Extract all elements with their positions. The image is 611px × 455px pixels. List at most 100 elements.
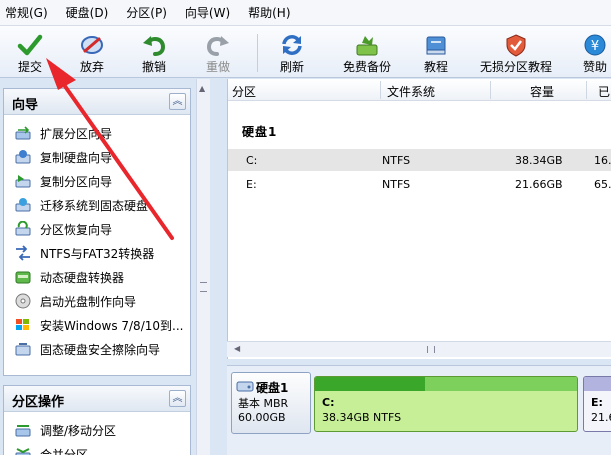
wizard-panel-header: 向导 ︽ bbox=[4, 89, 190, 115]
extend-partition-icon bbox=[15, 126, 31, 140]
disk-info-box[interactable]: 硬盘1 基本 MBR 60.00GB bbox=[231, 372, 311, 434]
sponsor-icon: ¥ bbox=[584, 34, 606, 56]
tutorial-label: 教程 bbox=[423, 60, 448, 74]
discard-button[interactable]: 放弃 bbox=[68, 30, 116, 76]
undo-button[interactable]: 撤销 bbox=[130, 30, 178, 76]
column-header-used[interactable]: 已 bbox=[598, 83, 610, 100]
partition-used-bar bbox=[315, 377, 425, 391]
free-backup-button[interactable]: 免费备份 bbox=[336, 30, 398, 76]
menu-wizard[interactable]: 向导(W) bbox=[180, 0, 236, 26]
copy-partition-icon bbox=[15, 175, 31, 188]
wizard-item-label: 安装Windows 7/8/10到... bbox=[40, 318, 184, 333]
column-separator[interactable] bbox=[586, 81, 587, 99]
wizard-item-label: 迁移系统到固态硬盘 bbox=[40, 198, 149, 213]
tutorial-button[interactable]: 教程 bbox=[414, 30, 458, 76]
menu-general[interactable]: 常规(G) bbox=[0, 0, 54, 26]
refresh-button[interactable]: 刷新 bbox=[270, 30, 314, 76]
lossless-partition-tutorial-button[interactable]: 无损分区教程 bbox=[474, 30, 558, 76]
wizard-item-dynamic-disk[interactable]: 动态硬盘转换器 bbox=[14, 267, 124, 287]
wizard-item-label: 复制分区向导 bbox=[40, 174, 113, 189]
partition-block-c[interactable]: C: 38.34GB NTFS bbox=[314, 376, 578, 432]
table-row[interactable]: E: NTFS 21.66GB 65.1 bbox=[228, 173, 611, 195]
wizard-item-copy-partition[interactable]: 复制分区向导 bbox=[14, 171, 112, 191]
wizard-item-label: 扩展分区向导 bbox=[40, 126, 113, 141]
wizard-item-label: 分区恢复向导 bbox=[40, 222, 113, 237]
sponsor-button[interactable]: ¥ 赞助 bbox=[575, 30, 611, 76]
hard-disk-icon bbox=[236, 381, 254, 392]
partition-ops-collapse-button[interactable]: ︽ bbox=[169, 390, 186, 407]
menu-help[interactable]: 帮助(H) bbox=[243, 0, 296, 26]
menu-disk[interactable]: 硬盘(D) bbox=[61, 0, 115, 26]
disc-icon bbox=[15, 293, 31, 309]
cell-used: 65.1 bbox=[594, 178, 611, 191]
partition-free-bar bbox=[425, 377, 577, 391]
op-resize-move-partition[interactable]: 调整/移动分区 bbox=[14, 420, 116, 440]
scroll-grip[interactable] bbox=[200, 282, 207, 292]
column-separator[interactable] bbox=[380, 81, 381, 99]
windows-icon bbox=[16, 319, 29, 330]
submit-button[interactable]: 提交 bbox=[6, 30, 54, 76]
cell-filesystem: NTFS bbox=[382, 154, 411, 167]
column-header-partition[interactable]: 分区 bbox=[232, 83, 256, 100]
book-icon bbox=[426, 36, 446, 55]
scroll-left-icon[interactable]: ◀ bbox=[234, 344, 240, 353]
dynamic-disk-icon bbox=[15, 271, 31, 284]
cell-partition: E: bbox=[246, 178, 257, 191]
wizard-item-ntfs-fat32[interactable]: NTFS与FAT32转换器 bbox=[14, 243, 154, 263]
column-header-filesystem[interactable]: 文件系统 bbox=[387, 83, 435, 100]
cell-capacity: 38.34GB bbox=[515, 154, 563, 167]
column-header-capacity[interactable]: 容量 bbox=[530, 83, 554, 100]
wizard-item-install-windows[interactable]: 安装Windows 7/8/10到... bbox=[14, 315, 183, 335]
redo-button[interactable]: 重做 bbox=[194, 30, 242, 76]
op-merge-partition[interactable]: 合并分区 bbox=[14, 444, 88, 455]
merge-icon bbox=[15, 448, 31, 455]
wizard-item-copy-disk[interactable]: 复制硬盘向导 bbox=[14, 147, 112, 167]
toolbar-separator bbox=[257, 34, 258, 72]
backup-icon bbox=[356, 36, 378, 56]
checkmark-icon bbox=[17, 34, 43, 56]
cell-used: 16.0 bbox=[594, 154, 611, 167]
toolbar: 提交 放弃 撤销 重做 刷新 免费备份 教程 无损分区教程 ¥ 赞助 bbox=[0, 26, 611, 78]
wizard-item-partition-recovery[interactable]: 分区恢复向导 bbox=[14, 219, 112, 239]
refresh-icon bbox=[282, 35, 302, 55]
disk-map: 硬盘1 基本 MBR 60.00GB C: 38.34GB NTFS E: 21… bbox=[227, 365, 611, 455]
partition-recovery-icon bbox=[15, 221, 31, 236]
resize-icon bbox=[15, 425, 31, 437]
left-panel-scrollbar[interactable]: ▲ bbox=[196, 79, 210, 455]
redo-icon bbox=[206, 36, 229, 56]
scroll-grip[interactable] bbox=[427, 346, 435, 353]
table-horizontal-scrollbar[interactable]: ◀ bbox=[227, 341, 611, 357]
ssd-erase-icon bbox=[15, 343, 31, 356]
wizard-item-migrate-os-ssd[interactable]: 迁移系统到固态硬盘 bbox=[14, 195, 148, 215]
left-sidebar: 向导 ︽ 扩展分区向导 复制硬盘向导 复制分区向导 迁移系统到固态硬盘 分区恢复… bbox=[0, 79, 200, 455]
partition-ops-panel: 分区操作 ︽ 调整/移动分区 合并分区 bbox=[3, 385, 191, 455]
scroll-up-icon[interactable]: ▲ bbox=[199, 84, 205, 93]
submit-label: 提交 bbox=[17, 60, 42, 74]
wizard-item-label: 固态硬盘安全擦除向导 bbox=[40, 342, 161, 357]
menu-partition[interactable]: 分区(P) bbox=[121, 0, 173, 26]
partition-desc: 38.34GB NTFS bbox=[322, 411, 402, 424]
svg-text:¥: ¥ bbox=[591, 39, 599, 54]
copy-disk-icon bbox=[15, 150, 31, 164]
wizard-collapse-button[interactable]: ︽ bbox=[169, 93, 186, 110]
wizard-item-extend-partition[interactable]: 扩展分区向导 bbox=[14, 123, 112, 143]
wizard-panel: 向导 ︽ 扩展分区向导 复制硬盘向导 复制分区向导 迁移系统到固态硬盘 分区恢复… bbox=[3, 88, 191, 376]
wizard-item-ssd-secure-erase[interactable]: 固态硬盘安全擦除向导 bbox=[14, 339, 160, 359]
cell-filesystem: NTFS bbox=[382, 178, 411, 191]
disk-type: 基本 MBR bbox=[238, 397, 289, 410]
table-row[interactable]: C: NTFS 38.34GB 16.0 bbox=[228, 149, 611, 171]
partition-desc: 21.6 bbox=[591, 411, 611, 424]
lossless-partition-tutorial-label: 无损分区教程 bbox=[479, 60, 552, 74]
partition-table: 分区 文件系统 容量 已 硬盘1 C: NTFS 38.34GB 16.0 E:… bbox=[227, 79, 611, 359]
migrate-os-icon bbox=[15, 198, 31, 212]
partition-name: C: bbox=[322, 396, 335, 409]
disk-size: 60.00GB bbox=[238, 411, 286, 424]
cell-capacity: 21.66GB bbox=[515, 178, 563, 191]
wizard-item-label: 复制硬盘向导 bbox=[40, 150, 113, 165]
column-separator[interactable] bbox=[490, 81, 491, 99]
undo-icon bbox=[143, 36, 166, 56]
wizard-item-label: 启动光盘制作向导 bbox=[40, 294, 137, 309]
partition-block-e[interactable]: E: 21.6 bbox=[583, 376, 611, 432]
partition-name: E: bbox=[591, 396, 603, 409]
wizard-item-boot-disc[interactable]: 启动光盘制作向导 bbox=[14, 291, 136, 311]
